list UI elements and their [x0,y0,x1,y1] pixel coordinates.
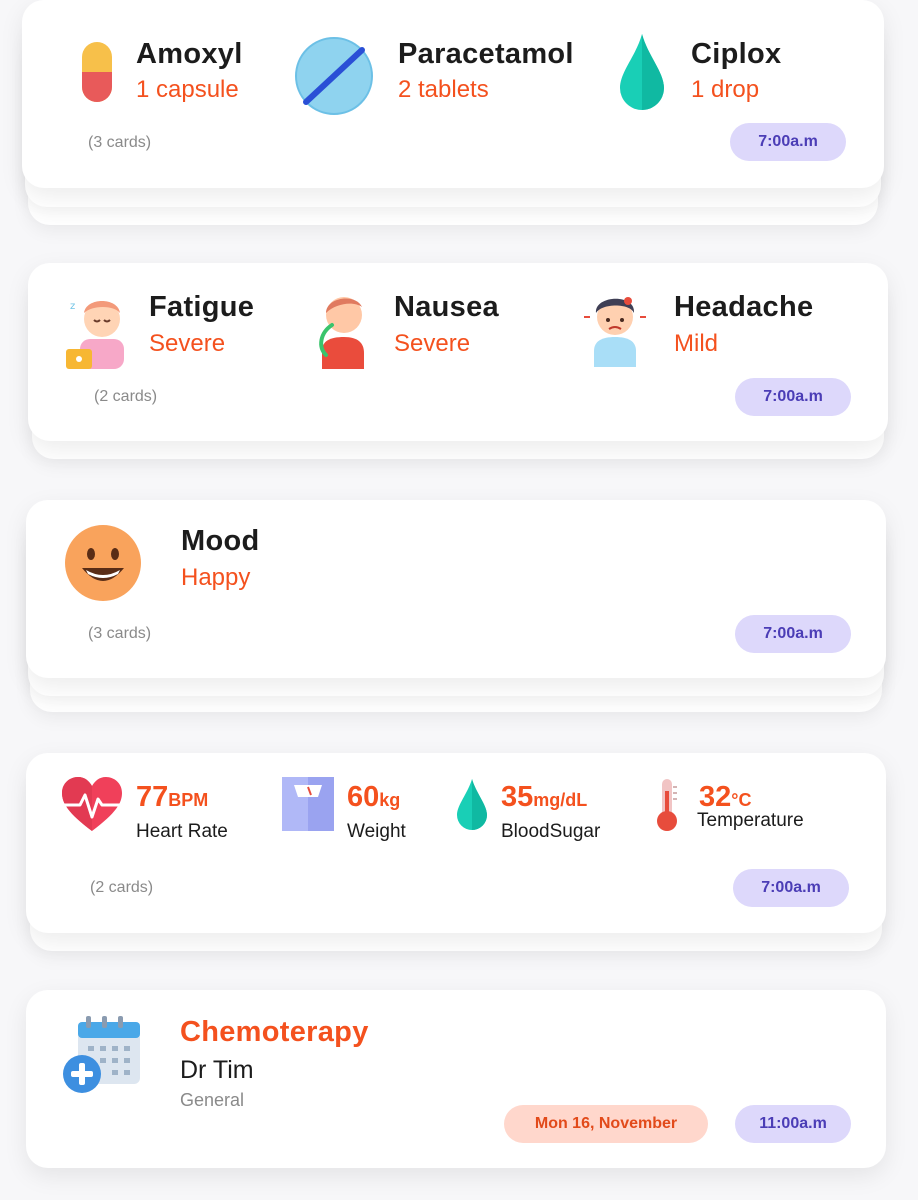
medication-card-stack: Amoxyl 1 capsule Paracetamol 2 tablets C… [22,0,884,230]
cards-count[interactable]: (3 cards) [88,625,151,643]
nausea-icon [319,297,364,369]
time-badge: 7:00a.m [730,123,846,161]
medication-dose: 2 tablets [398,76,489,103]
doctor-name: Dr Tim [180,1056,254,1084]
appointment-title: Chemoterapy [180,1016,369,1048]
appointment-card[interactable]: Chemoterapy Dr Tim General Mon 16, Novem… [26,990,886,1168]
vital-unit: kg [379,790,401,810]
medication-name: Paracetamol [398,38,574,70]
medication-name: Amoxyl [136,38,243,70]
vital-number: 60 [347,781,380,813]
vitals-card-stack: 77BPM Heart Rate 60kg Weight 35mg/dL Blo… [26,753,886,953]
symptom-name: Fatigue [149,291,255,323]
symptom-name: Headache [674,291,814,323]
cards-count[interactable]: (2 cards) [94,388,157,406]
symptom-severity: Severe [149,330,226,357]
happy-face-icon [65,525,141,601]
medication-name: Ciplox [691,38,782,70]
vital-unit: °C [731,790,752,810]
tablet-icon [295,37,373,115]
calendar-plus-icon [63,1016,140,1093]
cards-count[interactable]: (3 cards) [88,134,151,152]
mood-card-stack: Mood Happy (3 cards) 7:00a.m [26,500,886,715]
svg-text:z: z [70,301,75,312]
vital-number: 77 [136,781,169,813]
vital-number: 35 [501,781,534,813]
vital-label: BloodSugar [501,821,601,842]
blood-drop-icon [457,779,487,830]
doctor-department: General [180,1090,245,1110]
vital-unit: mg/dL [533,790,588,810]
vital-label: Heart Rate [136,821,228,842]
mood-title: Mood [181,525,260,557]
vital-value: 77BPM [136,781,208,814]
symptom-card[interactable]: z Fatigue Severe Nausea Severe Headache … [28,263,888,441]
mood-card[interactable]: Mood Happy (3 cards) 7:00a.m [26,500,886,678]
time-badge: 7:00a.m [733,869,849,907]
drop-icon [620,34,664,110]
time-badge: 7:00a.m [735,615,851,653]
mood-value: Happy [181,564,251,591]
vital-unit: BPM [168,790,209,810]
date-badge: Mon 16, November [504,1105,708,1143]
fatigue-icon: z [66,301,124,369]
symptom-severity: Severe [394,330,471,357]
symptom-card-stack: z Fatigue Severe Nausea Severe Headache … [28,263,888,463]
headache-icon [584,297,646,367]
cards-count[interactable]: (2 cards) [90,879,153,897]
medication-dose: 1 drop [691,76,760,103]
medication-card[interactable]: Amoxyl 1 capsule Paracetamol 2 tablets C… [22,0,884,188]
capsule-icon [82,42,112,102]
thermometer-icon [657,779,677,831]
vital-value: 35mg/dL [501,781,587,814]
time-badge: 11:00a.m [735,1105,851,1143]
symptom-name: Nausea [394,291,499,323]
weight-scale-icon [282,777,334,831]
vital-number: 32 [699,781,732,813]
medication-dose: 1 capsule [136,76,239,103]
heart-rate-icon [62,777,122,831]
vitals-card[interactable]: 77BPM Heart Rate 60kg Weight 35mg/dL Blo… [26,753,886,933]
vital-label: Weight [347,821,406,842]
time-badge: 7:00a.m [735,378,851,416]
vital-label: Temperature [697,810,804,831]
symptom-severity: Mild [674,330,719,357]
vital-value: 60kg [347,781,400,814]
